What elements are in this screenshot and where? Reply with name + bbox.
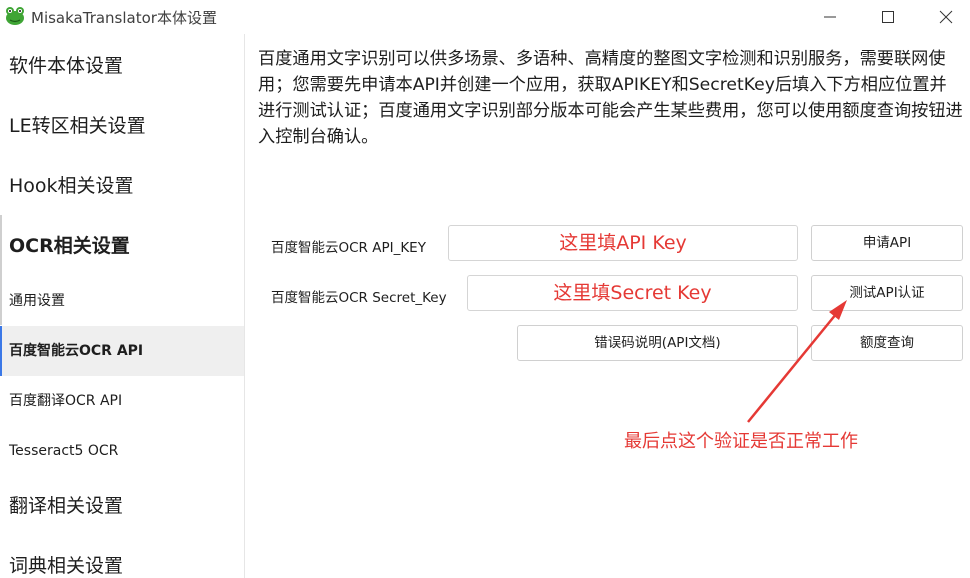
close-button[interactable] bbox=[923, 0, 969, 34]
sidebar-item-general-settings[interactable]: 通用设置 bbox=[0, 276, 244, 326]
main-panel: 百度通用文字识别可以供多场景、多语种、高精度的整图文字检测和识别服务，需要联网使… bbox=[245, 34, 970, 578]
sidebar-item-tesseract5-ocr[interactable]: Tesseract5 OCR bbox=[0, 426, 244, 476]
title-bar: MisakaTranslator本体设置 bbox=[0, 0, 970, 34]
maximize-icon bbox=[882, 11, 894, 23]
sidebar-item-ocr-settings[interactable]: OCR相关设置 bbox=[0, 216, 244, 276]
settings-sidebar: 软件本体设置 LE转区相关设置 Hook相关设置 OCR相关设置 通用设置 百度… bbox=[0, 34, 245, 578]
maximize-button[interactable] bbox=[865, 0, 911, 34]
sidebar-item-baidu-translate-ocr[interactable]: 百度翻译OCR API bbox=[0, 376, 244, 426]
sidebar-item-software-settings[interactable]: 软件本体设置 bbox=[0, 36, 244, 96]
annotation-arrow bbox=[747, 300, 847, 423]
sidebar-item-le-settings[interactable]: LE转区相关设置 bbox=[0, 96, 244, 156]
frog-app-icon bbox=[6, 7, 24, 25]
minimize-icon bbox=[824, 16, 836, 18]
annotation-text: 最后点这个验证是否正常工作 bbox=[624, 431, 858, 452]
sidebar-item-baidu-cloud-ocr[interactable]: 百度智能云OCR API bbox=[0, 326, 244, 376]
sidebar-item-translate-settings[interactable]: 翻译相关设置 bbox=[0, 476, 244, 536]
window-title: MisakaTranslator本体设置 bbox=[31, 9, 217, 27]
close-icon bbox=[939, 10, 953, 24]
sidebar-item-hook-settings[interactable]: Hook相关设置 bbox=[0, 156, 244, 216]
minimize-button[interactable] bbox=[807, 0, 853, 34]
sidebar-item-dictionary-settings[interactable]: 词典相关设置 bbox=[0, 536, 244, 578]
